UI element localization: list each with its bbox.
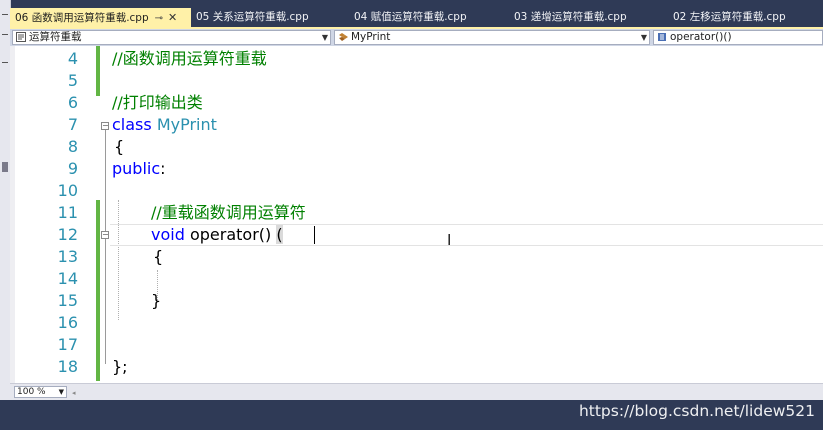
line-number: 18 <box>57 357 78 376</box>
line-number: 17 <box>57 335 78 354</box>
comment: //重载函数调用运算符 <box>151 203 306 222</box>
strip-mark <box>2 62 8 63</box>
code-text: }; <box>112 357 128 376</box>
scope-dropdown[interactable]: 运算符重载 ▼ <box>12 30 331 45</box>
close-icon[interactable]: ✕ <box>168 8 177 27</box>
line-number: 11 <box>57 203 78 222</box>
line-number: 9 <box>67 159 78 178</box>
class-value: MyPrint <box>351 31 391 43</box>
tab-label: 06 函数调用运算符重载.cpp <box>15 12 149 24</box>
code-line: 18 }; <box>10 356 823 378</box>
code-text: } <box>151 291 162 310</box>
code-line: 6 //打印输出类 <box>10 92 823 114</box>
open-paren: ( <box>276 225 283 244</box>
line-number: 14 <box>57 269 78 288</box>
type-name: MyPrint <box>156 115 217 134</box>
code-line: 17 <box>10 334 823 356</box>
code-line: 12 void operator() ( <box>10 224 823 246</box>
line-number: 7 <box>67 115 78 134</box>
operator-name: operator() <box>189 225 272 244</box>
zoom-value: 100 % <box>17 387 46 397</box>
code-line: 8 { <box>10 136 823 158</box>
tab-label: 05 关系运算符重载.cpp <box>196 11 309 23</box>
text-caret <box>314 226 315 244</box>
chevron-down-icon: ▼ <box>321 33 328 42</box>
method-icon <box>658 33 666 41</box>
tab-04-assignment-operator[interactable]: 04 赋值运算符重载.cpp <box>354 8 467 27</box>
code-text: void operator() ( <box>151 224 283 246</box>
navigation-bar: 运算符重载 ▼ MyPrint ▼ operator()() <box>10 29 823 46</box>
bottom-chrome: https://blog.csdn.net/lidew521 <box>0 400 823 430</box>
comment: //函数调用运算符重载 <box>112 49 267 68</box>
line-number: 12 <box>57 225 78 244</box>
scope-value: 运算符重载 <box>29 31 82 43</box>
editor-bottom-bar: 100 % ▼ ◂ <box>10 383 823 400</box>
code-line: 11 //重载函数调用运算符 <box>10 202 823 224</box>
ibeam-cursor-icon: I <box>447 231 452 249</box>
code-text: //函数调用运算符重载 <box>112 48 267 70</box>
code-text: //重载函数调用运算符 <box>151 202 306 224</box>
tab-03-increment-operator[interactable]: 03 递增运算符重载.cpp <box>514 8 627 27</box>
code-text: public: <box>112 158 166 180</box>
scroll-left-icon[interactable]: ◂ <box>72 389 77 397</box>
code-line: 10 <box>10 180 823 202</box>
strip-mark <box>2 14 8 15</box>
line-number: 5 <box>67 71 78 90</box>
project-icon <box>16 32 26 42</box>
strip-mark <box>2 34 8 35</box>
code-text: //打印输出类 <box>112 92 203 114</box>
code-line: 9 public: <box>10 158 823 180</box>
line-number: 8 <box>67 137 78 156</box>
tab-05-relational-operator[interactable]: 05 关系运算符重载.cpp <box>196 8 309 27</box>
code-text: class MyPrint <box>112 114 217 136</box>
line-number: 13 <box>57 247 78 266</box>
code-editor[interactable]: − − 4 //函数调用运算符重载 5 6 //打印输出类 7 class My… <box>10 46 823 383</box>
code-line: 14 <box>10 268 823 290</box>
class-icon <box>339 33 348 41</box>
class-dropdown[interactable]: MyPrint ▼ <box>334 30 650 45</box>
code-line: 15 } <box>10 290 823 312</box>
code-text: { <box>153 247 164 266</box>
chevron-down-icon: ▼ <box>58 388 64 396</box>
tab-label: 04 赋值运算符重载.cpp <box>354 11 467 23</box>
tab-label: 02 左移运算符重载.cpp <box>673 11 786 23</box>
line-number: 10 <box>57 181 78 200</box>
member-dropdown[interactable]: operator()() <box>653 30 823 45</box>
line-number: 15 <box>57 291 78 310</box>
tab-02-left-shift-operator[interactable]: 02 左移运算符重载.cpp <box>673 8 786 27</box>
punctuation: : <box>160 159 166 178</box>
document-tab-bar: 06 函数调用运算符重载.cpp ⊸ ✕ 05 关系运算符重载.cpp 04 赋值运… <box>10 8 823 27</box>
keyword: public <box>112 159 161 178</box>
code-line: 7 class MyPrint <box>10 114 823 136</box>
line-number: 16 <box>57 313 78 332</box>
comment: //打印输出类 <box>112 93 203 112</box>
keyword: class <box>112 115 152 134</box>
line-number: 6 <box>67 93 78 112</box>
tab-label: 03 递增运算符重载.cpp <box>514 11 627 23</box>
zoom-dropdown[interactable]: 100 % ▼ <box>14 386 67 398</box>
code-line: 13 { <box>10 246 823 268</box>
tab-06-function-call-operator[interactable]: 06 函数调用运算符重载.cpp ⊸ ✕ <box>10 8 191 27</box>
code-line: 16 <box>10 312 823 334</box>
line-number: 4 <box>67 49 78 68</box>
code-text: { <box>114 137 125 156</box>
strip-mark <box>2 162 8 172</box>
code-line: 5 <box>10 70 823 92</box>
watermark-text: https://blog.csdn.net/lidew521 <box>578 402 815 420</box>
code-line: 4 //函数调用运算符重载 <box>10 48 823 70</box>
keyword: void <box>151 225 185 244</box>
pin-icon[interactable]: ⊸ <box>155 9 163 28</box>
chevron-down-icon: ▼ <box>640 33 647 42</box>
member-value: operator()() <box>670 31 732 43</box>
